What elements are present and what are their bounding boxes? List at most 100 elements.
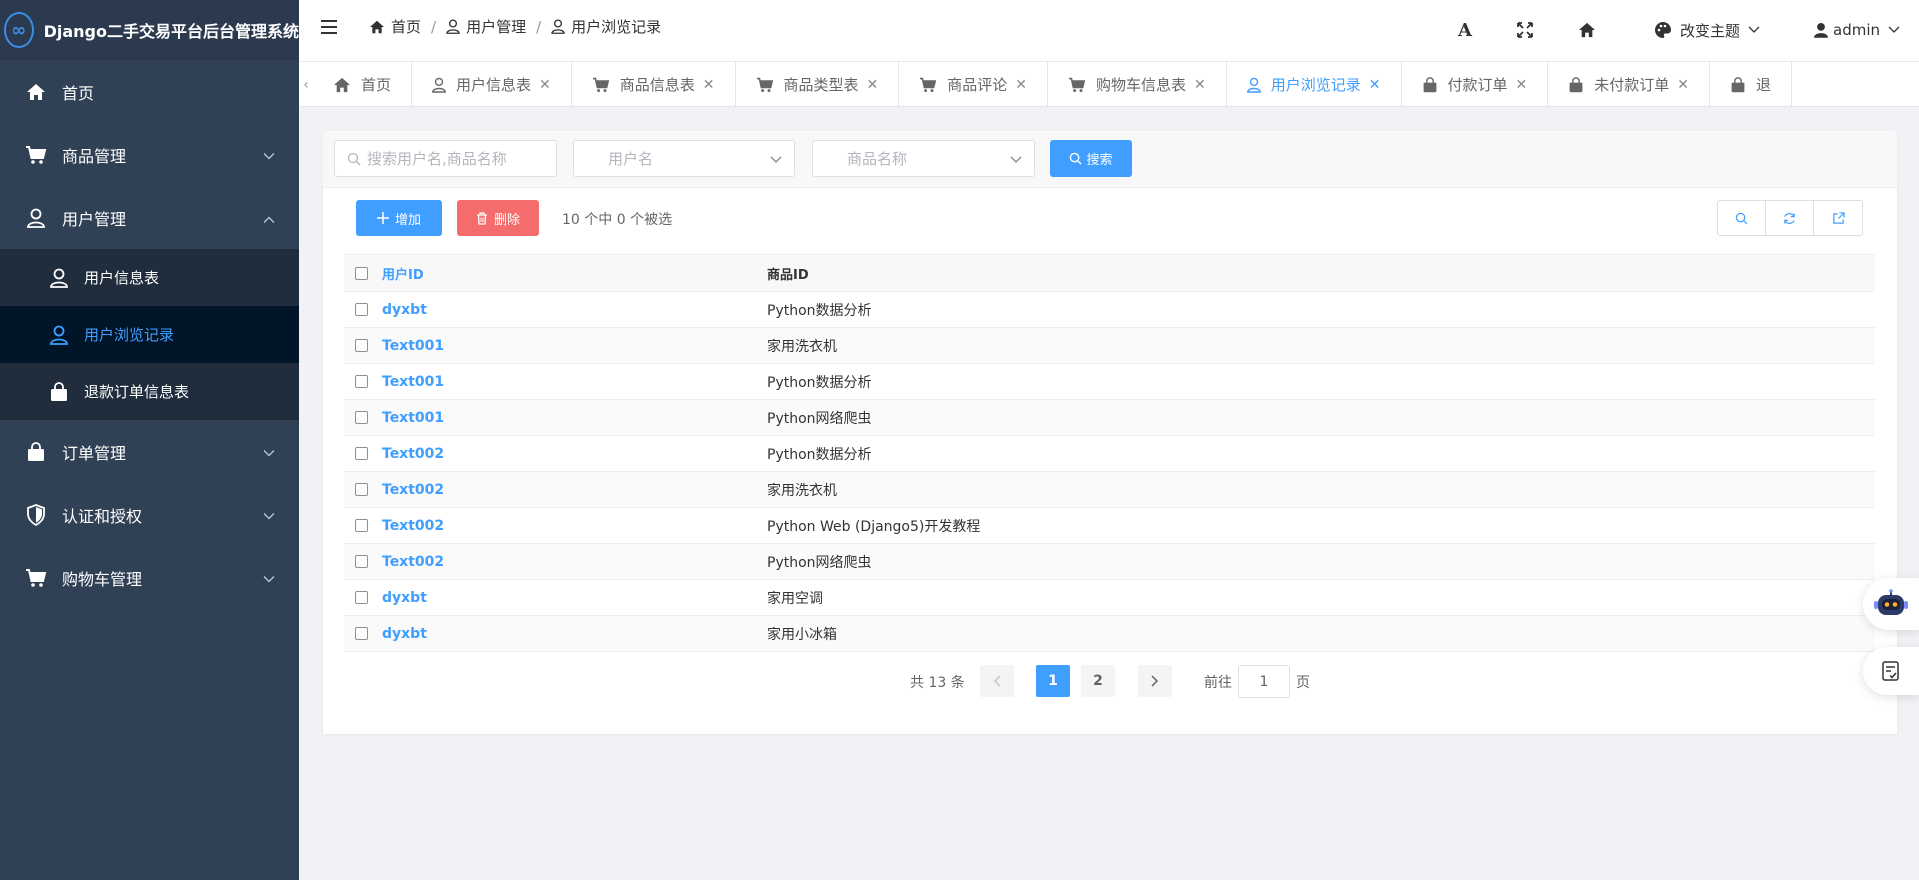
close-icon[interactable]: ✕: [1194, 77, 1206, 93]
add-button[interactable]: 增加: [356, 200, 442, 236]
row-checkbox[interactable]: [354, 447, 368, 460]
sidebar-item-order-management[interactable]: 订单管理: [0, 420, 299, 483]
user-icon: [48, 268, 70, 288]
theme-dropdown[interactable]: 改变主题: [1619, 20, 1795, 41]
home-button[interactable]: [1555, 22, 1619, 38]
toggle-search-button[interactable]: [1718, 201, 1766, 235]
next-page-button[interactable]: [1138, 665, 1172, 697]
sidebar-subitem-label: 用户信息表: [84, 269, 160, 287]
keyword-search-input[interactable]: 搜索用户名,商品名称: [334, 140, 557, 177]
goods-select[interactable]: 商品名称: [812, 140, 1035, 177]
cell-user-id[interactable]: Text001: [378, 374, 765, 390]
cart-icon: [1068, 77, 1086, 93]
row-checkbox[interactable]: [354, 303, 368, 316]
row-checkbox[interactable]: [354, 627, 368, 640]
tab-6[interactable]: 用户浏览记录 ✕: [1226, 62, 1402, 106]
column-header-goods-id[interactable]: 商品ID: [765, 264, 1875, 283]
export-button[interactable]: [1814, 201, 1862, 235]
row-checkbox[interactable]: [354, 555, 368, 568]
fullscreen-button[interactable]: [1495, 22, 1555, 38]
row-checkbox[interactable]: [354, 591, 368, 604]
tab-scroll-left-icon[interactable]: ‹: [299, 62, 313, 106]
user-dropdown[interactable]: admin: [1795, 21, 1919, 39]
home-icon: [1579, 22, 1595, 38]
search-button[interactable]: 搜索: [1050, 140, 1132, 177]
ai-assistant-button[interactable]: [1863, 578, 1919, 630]
row-checkbox[interactable]: [354, 519, 368, 532]
refresh-button[interactable]: [1766, 201, 1814, 235]
close-icon[interactable]: ✕: [867, 77, 879, 93]
table-row[interactable]: Text001 Python数据分析: [344, 364, 1875, 400]
tab-8[interactable]: 未付款订单 ✕: [1548, 62, 1711, 106]
table-row[interactable]: Text001 Python网络爬虫: [344, 400, 1875, 436]
chevron-right-icon: [1151, 675, 1159, 687]
close-icon[interactable]: ✕: [539, 77, 551, 93]
tab-0[interactable]: 首页: [313, 62, 413, 106]
prev-page-button[interactable]: [980, 665, 1014, 697]
close-icon[interactable]: ✕: [1677, 77, 1689, 93]
cell-user-id[interactable]: Text001: [378, 410, 765, 426]
document-check-icon: [1882, 661, 1899, 681]
table-row[interactable]: Text002 家用洗衣机: [344, 472, 1875, 508]
font-size-button[interactable]: A: [1435, 20, 1495, 41]
tab-7[interactable]: 付款订单 ✕: [1401, 62, 1549, 106]
close-icon[interactable]: ✕: [703, 77, 715, 93]
table-body: dyxbt Python数据分析 Text001 家用洗衣机 Text001 Python…: [344, 292, 1875, 652]
user-select[interactable]: 用户名: [573, 140, 795, 177]
tab-1[interactable]: 用户信息表 ✕: [412, 62, 572, 106]
cell-user-id[interactable]: Text002: [378, 446, 765, 462]
table-row[interactable]: dyxbt 家用空调: [344, 580, 1875, 616]
table-row[interactable]: dyxbt 家用小冰箱: [344, 616, 1875, 652]
data-table: 用户ID 商品ID dyxbt Python数据分析 Text001 家用洗衣机 Tex…: [344, 254, 1875, 652]
tab-2[interactable]: 商品信息表 ✕: [571, 62, 736, 106]
row-checkbox[interactable]: [354, 411, 368, 424]
search-bar: 搜索用户名,商品名称 用户名 商品名称 搜索: [323, 131, 1897, 188]
search-icon: [1070, 152, 1083, 165]
cell-user-id[interactable]: Text002: [378, 518, 765, 534]
close-icon[interactable]: ✕: [1015, 77, 1027, 93]
sidebar-item-cart-management[interactable]: 购物车管理: [0, 546, 299, 609]
breadcrumb-user-management[interactable]: 用户管理: [446, 16, 526, 37]
breadcrumb-separator: /: [536, 17, 542, 36]
cell-user-id[interactable]: dyxbt: [378, 590, 765, 606]
table-row[interactable]: Text002 Python Web (Django5)开发教程: [344, 508, 1875, 544]
cell-user-id[interactable]: Text002: [378, 482, 765, 498]
page-button-1[interactable]: 1: [1036, 665, 1070, 697]
notes-button[interactable]: [1863, 647, 1919, 695]
goto-page-input[interactable]: 1: [1238, 665, 1290, 698]
page-button-2[interactable]: 2: [1081, 665, 1115, 697]
sidebar-subitem-browse-history[interactable]: 用户浏览记录: [0, 306, 299, 363]
sidebar-subitem-refund-orders[interactable]: 退款订单信息表: [0, 363, 299, 420]
hamburger-icon[interactable]: [321, 19, 339, 39]
close-icon[interactable]: ✕: [1369, 77, 1381, 93]
sidebar-subitem-user-info[interactable]: 用户信息表: [0, 249, 299, 306]
row-checkbox[interactable]: [354, 375, 368, 388]
row-checkbox[interactable]: [354, 483, 368, 496]
table-row[interactable]: Text001 家用洗衣机: [344, 328, 1875, 364]
table-row[interactable]: dyxbt Python数据分析: [344, 292, 1875, 328]
tab-3[interactable]: 商品类型表 ✕: [735, 62, 900, 106]
tab-9[interactable]: 退: [1710, 62, 1793, 106]
sidebar-item-user-management[interactable]: 用户管理: [0, 186, 299, 249]
cell-user-id[interactable]: dyxbt: [378, 626, 765, 642]
select-all-checkbox[interactable]: [354, 266, 368, 280]
table-row[interactable]: Text002 Python网络爬虫: [344, 544, 1875, 580]
app-title: Django二手交易平台后台管理系统: [43, 22, 299, 41]
tab-5[interactable]: 购物车信息表 ✕: [1048, 62, 1227, 106]
sidebar-item-goods-management[interactable]: 商品管理: [0, 123, 299, 186]
breadcrumb-home[interactable]: 首页: [369, 16, 421, 37]
cell-user-id[interactable]: Text001: [378, 338, 765, 354]
row-checkbox[interactable]: [354, 339, 368, 352]
sidebar-item-home[interactable]: 首页: [0, 60, 299, 123]
delete-button[interactable]: 删除: [457, 200, 539, 236]
close-icon[interactable]: ✕: [1516, 77, 1528, 93]
cell-user-id[interactable]: Text002: [378, 554, 765, 570]
column-header-user-id[interactable]: 用户ID: [378, 264, 765, 283]
tab-label: 用户浏览记录: [1270, 76, 1361, 94]
sidebar-item-auth[interactable]: 认证和授权: [0, 483, 299, 546]
tab-label: 商品类型表: [783, 76, 859, 94]
tab-4[interactable]: 商品评论 ✕: [899, 62, 1049, 106]
sidebar-item-label: 订单管理: [62, 443, 127, 463]
cell-user-id[interactable]: dyxbt: [378, 302, 765, 318]
table-row[interactable]: Text002 Python数据分析: [344, 436, 1875, 472]
